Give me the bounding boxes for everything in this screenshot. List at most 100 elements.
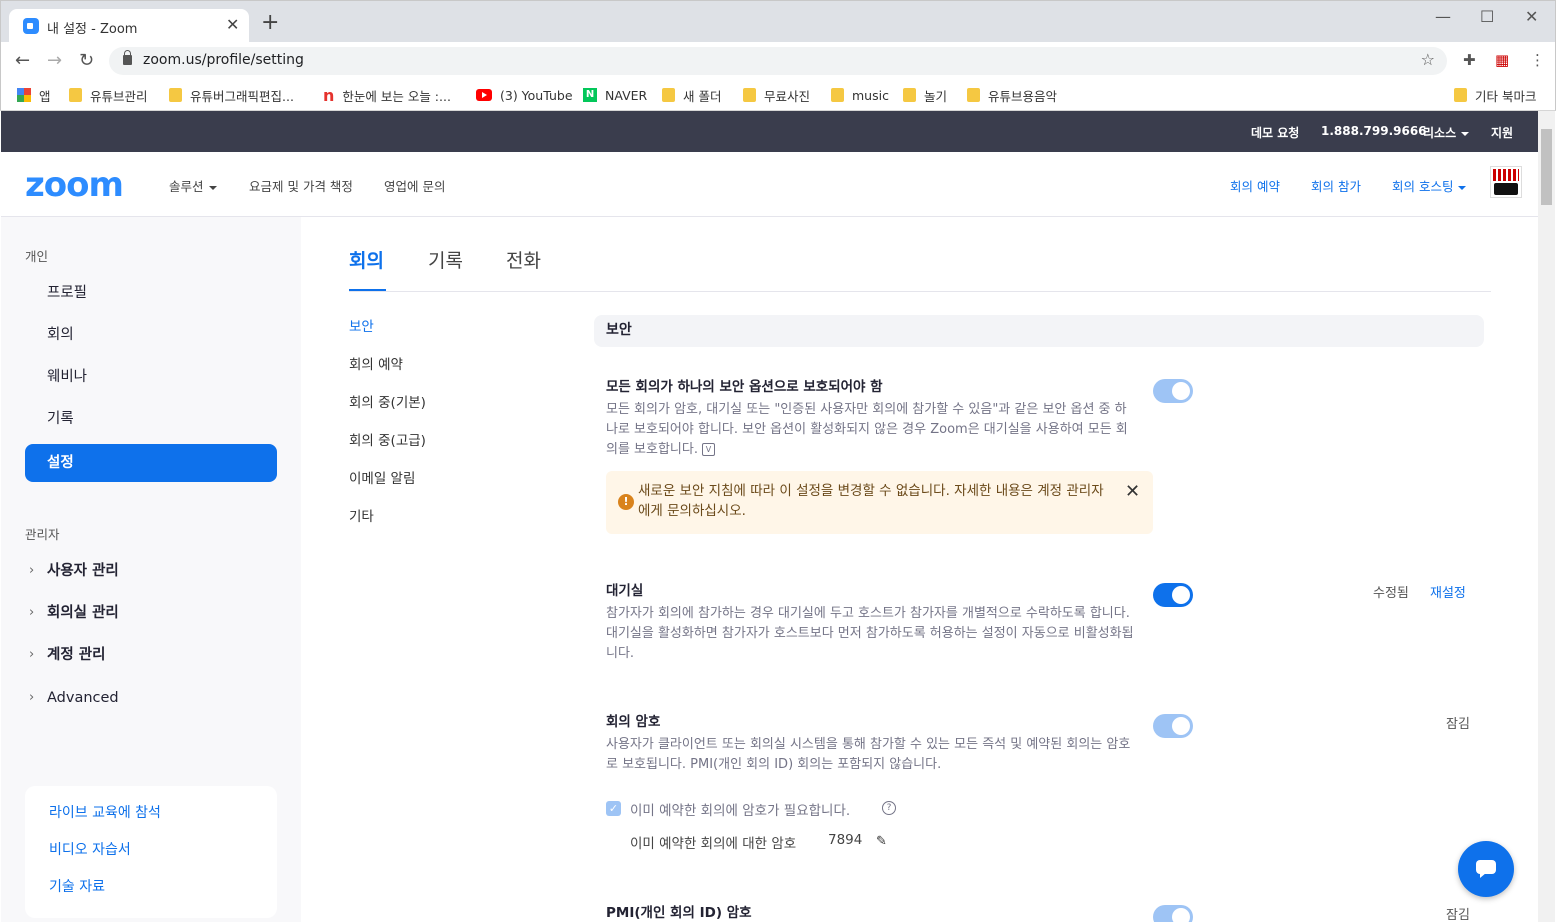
reset-link[interactable]: 재설정 (1430, 582, 1466, 601)
forward-icon[interactable]: → (47, 50, 62, 71)
join-meeting-link[interactable]: 회의 참가 (1311, 176, 1361, 195)
scrollbar-thumb[interactable] (1541, 129, 1552, 205)
sidebar-item-settings[interactable]: 설정 (25, 444, 277, 482)
admin-section-label: 관리자 (25, 527, 60, 542)
maximize-icon[interactable]: ☐ (1480, 7, 1494, 26)
zoom-logo[interactable]: zoom (25, 165, 124, 205)
chevron-down-icon (1461, 131, 1470, 136)
subnav-email-notification[interactable]: 이메일 알림 (349, 467, 415, 487)
sidebar-item-recordings[interactable]: 기록 (25, 400, 277, 438)
schedule-meeting-link[interactable]: 회의 예약 (1230, 176, 1280, 195)
require-security-option-toggle[interactable] (1153, 379, 1193, 403)
live-training-link[interactable]: 라이브 교육에 참석 (49, 802, 161, 822)
host-meeting-menu[interactable]: 회의 호스팅 (1392, 176, 1467, 195)
back-icon[interactable]: ← (15, 50, 30, 71)
subnav-in-meeting-advanced[interactable]: 회의 중(고급) (349, 429, 426, 449)
chevron-down-icon (208, 185, 217, 190)
resources-menu[interactable]: 리소스 (1423, 124, 1470, 141)
menu-icon[interactable]: ⋮ (1530, 51, 1545, 69)
tab-divider (349, 291, 1491, 292)
video-tutorials-link[interactable]: 비디오 자습서 (49, 839, 131, 859)
new-tab-button[interactable]: + (261, 12, 279, 34)
demo-request-link[interactable]: 데모 요청 (1251, 124, 1299, 141)
bookmark-star-icon[interactable]: ☆ (1421, 50, 1435, 69)
waiting-room-toggle[interactable] (1153, 583, 1193, 607)
bookmark-apps[interactable]: 앱 (17, 84, 51, 106)
sidebar-item-label: Advanced (47, 690, 119, 706)
sidebar-item-user-management[interactable]: › 사용자 관리 (25, 552, 277, 590)
bookmark-item[interactable]: 무료사진 (743, 84, 810, 106)
personal-section-label: 개인 (25, 249, 49, 264)
help-icon[interactable]: ? (882, 801, 896, 815)
knowledge-base-link[interactable]: 기술 자료 (49, 876, 105, 896)
bookmark-item[interactable]: 새 폴더 (662, 84, 721, 106)
sidebar-item-label: 사용자 관리 (47, 563, 119, 579)
browser-tab[interactable]: 내 설정 - Zoom ✕ (9, 9, 249, 43)
pencil-icon[interactable]: ✎ (876, 834, 887, 849)
subnav-other[interactable]: 기타 (349, 505, 374, 525)
browser-tab-bar: 내 설정 - Zoom ✕ + — ☐ ✕ (0, 0, 1556, 43)
pricing-link[interactable]: 요금제 및 가격 책정 (249, 176, 353, 195)
setting-description-text: 모든 회의가 암호, 대기실 또는 "인증된 사용자만 회의에 참가할 수 있음… (606, 402, 1128, 457)
address-bar[interactable]: zoom.us/profile/setting ☆ (109, 47, 1447, 75)
avatar[interactable] (1490, 166, 1522, 198)
contact-sales-link[interactable]: 영업에 문의 (384, 176, 445, 195)
bookmark-item[interactable]: music (831, 84, 889, 106)
sidebar-item-meetings[interactable]: 회의 (25, 316, 277, 354)
chat-bubble-button[interactable] (1458, 841, 1514, 897)
apps-grid-icon (17, 88, 31, 102)
bookmarks-bar: 앱 유튜브관리 유튜버그래픽편집... n 한눈에 보는 오늘 :... (3) … (0, 80, 1556, 111)
setting-title: 모든 회의가 하나의 보안 옵션으로 보호되어야 함 (606, 379, 883, 395)
checkbox-label: 이미 예약한 회의에 암호가 필요합니다. (630, 803, 851, 819)
bookmark-item[interactable]: 유튜브관리 (69, 84, 148, 106)
sidebar-item-account-management[interactable]: › 계정 관리 (25, 636, 277, 674)
solutions-menu[interactable]: 솔루션 (169, 176, 217, 195)
pmi-password-toggle[interactable] (1153, 905, 1193, 922)
close-window-icon[interactable]: ✕ (1525, 7, 1538, 26)
version-badge-icon[interactable]: V (702, 443, 715, 456)
support-link[interactable]: 지원 (1491, 124, 1513, 141)
sidebar-item-webinars[interactable]: 웨비나 (25, 358, 277, 396)
phone-link[interactable]: 1.888.799.9666 (1321, 124, 1427, 138)
password-label: 이미 예약한 회의에 대한 암호 (630, 836, 797, 852)
bookmark-item[interactable]: N NAVER (583, 84, 647, 106)
bookmark-item[interactable]: 유튜버그래픽편집... (169, 84, 294, 106)
minimize-icon[interactable]: — (1435, 7, 1451, 26)
require-password-checkbox[interactable]: ✓ (606, 801, 621, 816)
scrollbar[interactable] (1538, 111, 1555, 922)
sidebar-item-room-management[interactable]: › 회의실 관리 (25, 594, 277, 632)
setting-title: PMI(개인 회의 ID) 암호 (606, 905, 752, 921)
extensions-icon[interactable]: ✚ (1463, 51, 1476, 69)
security-notice: ! 새로운 보안 지침에 따라 이 설정을 변경할 수 없습니다. 자세한 내용… (606, 471, 1153, 534)
subnav-security[interactable]: 보안 (349, 315, 374, 335)
other-bookmarks[interactable]: 기타 북마크 (1454, 84, 1536, 106)
chevron-right-icon: › (29, 690, 35, 705)
sidebar-item-profile[interactable]: 프로필 (25, 274, 277, 312)
sidebar-item-advanced[interactable]: › Advanced (25, 679, 277, 717)
tab-recording[interactable]: 기록 (428, 246, 463, 273)
subnav-schedule-meeting[interactable]: 회의 예약 (349, 353, 403, 373)
profile-avatar-icon[interactable]: ▦ (1495, 51, 1509, 69)
password-value: 7894 (828, 832, 863, 848)
folder-icon (903, 88, 916, 102)
folder-icon (743, 88, 756, 102)
bookmark-item[interactable]: (3) YouTube (476, 84, 573, 106)
meeting-password-toggle[interactable] (1153, 714, 1193, 738)
bookmark-item[interactable]: n 한눈에 보는 오늘 :... (323, 84, 451, 106)
bookmark-item[interactable]: 놀기 (903, 84, 947, 106)
close-icon[interactable]: ✕ (1125, 481, 1140, 502)
tab-meeting[interactable]: 회의 (349, 246, 384, 273)
sidebar: 개인 프로필 회의 웨비나 기록 설정 관리자 › 사용자 관리 › 회의실 관리 … (1, 217, 301, 922)
site-header: zoom 솔루션 요금제 및 가격 책정 영업에 문의 회의 예약 회의 참가 … (1, 152, 1538, 217)
url-text[interactable]: zoom.us/profile/setting (143, 52, 304, 68)
tab-telephone[interactable]: 전화 (506, 246, 541, 273)
subnav-in-meeting-basic[interactable]: 회의 중(기본) (349, 391, 426, 411)
folder-icon (831, 88, 844, 102)
help-links-box: 라이브 교육에 참석 비디오 자습서 기술 자료 (25, 786, 277, 918)
close-tab-icon[interactable]: ✕ (226, 15, 239, 34)
reload-icon[interactable]: ↻ (79, 50, 94, 71)
setting-title: 대기실 (606, 583, 644, 599)
lock-icon[interactable] (123, 50, 132, 65)
setting-description: 모든 회의가 암호, 대기실 또는 "인증된 사용자만 회의에 참가할 수 있음… (606, 400, 1136, 460)
bookmark-item[interactable]: 유튜브용음악 (967, 84, 1057, 106)
